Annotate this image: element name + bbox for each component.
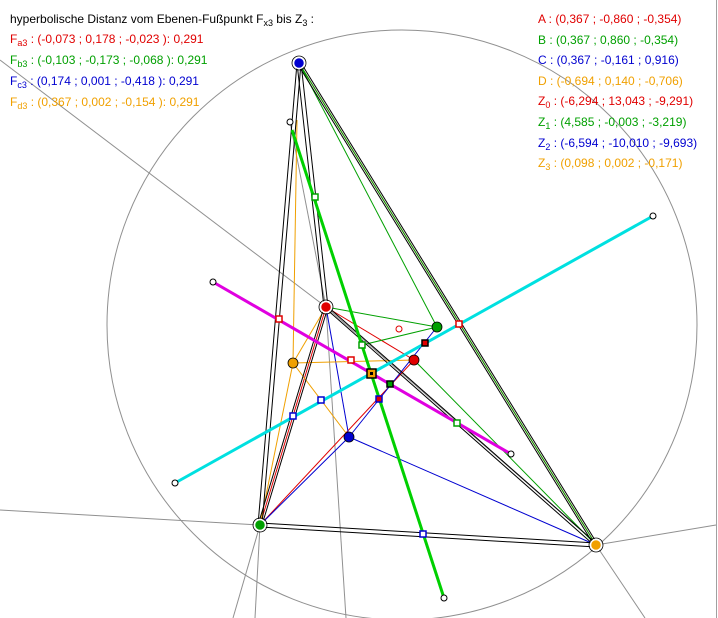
point-row-2: C : (0,367 ; -0,161 ; 0,916) [538, 53, 679, 67]
geometry-canvas: hyperbolische Distanz vom Ebenen-Fußpunk… [0, 0, 718, 618]
vertex-points [252, 55, 604, 553]
distance-row-value: : (0,367 ; 0,002 ; -0,154 ): 0,291 [27, 95, 200, 109]
point-row-subscript: 3 [545, 162, 551, 173]
distance-row-value: : (-0,073 ; 0,178 ; -0,023 ): 0,291 [27, 32, 204, 46]
cyan-axis [174, 214, 654, 485]
point-row-7: Z3 : (0,098 ; 0,002 ; -0,171) [538, 156, 683, 173]
point-row-5: Z1 : (4,585 ; -0,003 ; -3,219) [538, 115, 687, 131]
point-row-subscript: 1 [545, 121, 551, 131]
point-row-6: Z2 : (-6,594 ; -10,010 ; -9,693) [538, 135, 698, 152]
point-row-label: C [538, 53, 547, 68]
point-row-subscript: 2 [545, 141, 551, 152]
point-row-1: B : (0,367 ; 0,860 ; -0,354) [538, 33, 678, 47]
distance-row-2: Fc3 : (0,174 ; 0,001 ; -0,418 ): 0,291 [10, 74, 199, 90]
point-row-label: B [538, 32, 547, 47]
point-row-4: Z0 : (-6,294 ; 13,043 ; -9,291) [538, 94, 694, 111]
point-row-subscript: 0 [545, 100, 551, 111]
green-line [298, 62, 438, 328]
point-row-value: : (-0,694 ; 0,140 ; -0,706) [546, 73, 683, 88]
point-row-label: D [538, 73, 547, 88]
grey-line [595, 544, 646, 618]
point-row-value: : (0,098 ; 0,002 ; -0,171) [550, 156, 683, 171]
point-row-value: : (4,585 ; -0,003 ; -3,219) [550, 115, 687, 129]
point-row-value: : (0,367 ; -0,860 ; -0,354) [545, 12, 682, 26]
distance-row-value: : (-0,103 ; -0,173 ; -0,068 ): 0,291 [27, 53, 208, 67]
grey-line [595, 524, 717, 546]
distance-row-subscript: d3 [17, 101, 28, 111]
point-row-value: : (-6,294 ; 13,043 ; -9,291) [550, 94, 694, 109]
blue-line [348, 436, 597, 546]
distance-row-value: : (0,174 ; 0,001 ; -0,418 ): 0,291 [26, 74, 199, 88]
diagram-title: hyperbolische Distanz vom Ebenen-Fußpunk… [10, 12, 314, 28]
point-row-value: : (-6,594 ; -10,010 ; -9,693) [550, 135, 698, 150]
distance-row-subscript: a3 [17, 38, 28, 48]
green-line [413, 359, 597, 546]
distance-row-subscript: b3 [17, 59, 28, 69]
distance-row-3: Fd3 : (0,367 ; 0,002 ; -0,154 ): 0,291 [10, 95, 200, 111]
point-row-3: D : (-0,694 ; 0,140 ; -0,706) [538, 74, 683, 88]
distance-row-1: Fb3 : (-0,103 ; -0,173 ; -0,068 ): 0,291 [10, 53, 208, 69]
point-row-value: : (0,367 ; -0,161 ; 0,916) [546, 53, 679, 68]
grey-line [0, 509, 261, 526]
point-row-value: : (0,367 ; 0,860 ; -0,354) [546, 32, 679, 47]
construction-drawing [0, 0, 717, 618]
magenta-axis [212, 280, 512, 456]
distance-row-0: Fa3 : (-0,073 ; 0,178 ; -0,023 ): 0,291 [10, 32, 204, 48]
point-row-0: A : (0,367 ; -0,860 ; -0,354) [538, 12, 681, 26]
distance-row-subscript: c3 [17, 80, 27, 90]
